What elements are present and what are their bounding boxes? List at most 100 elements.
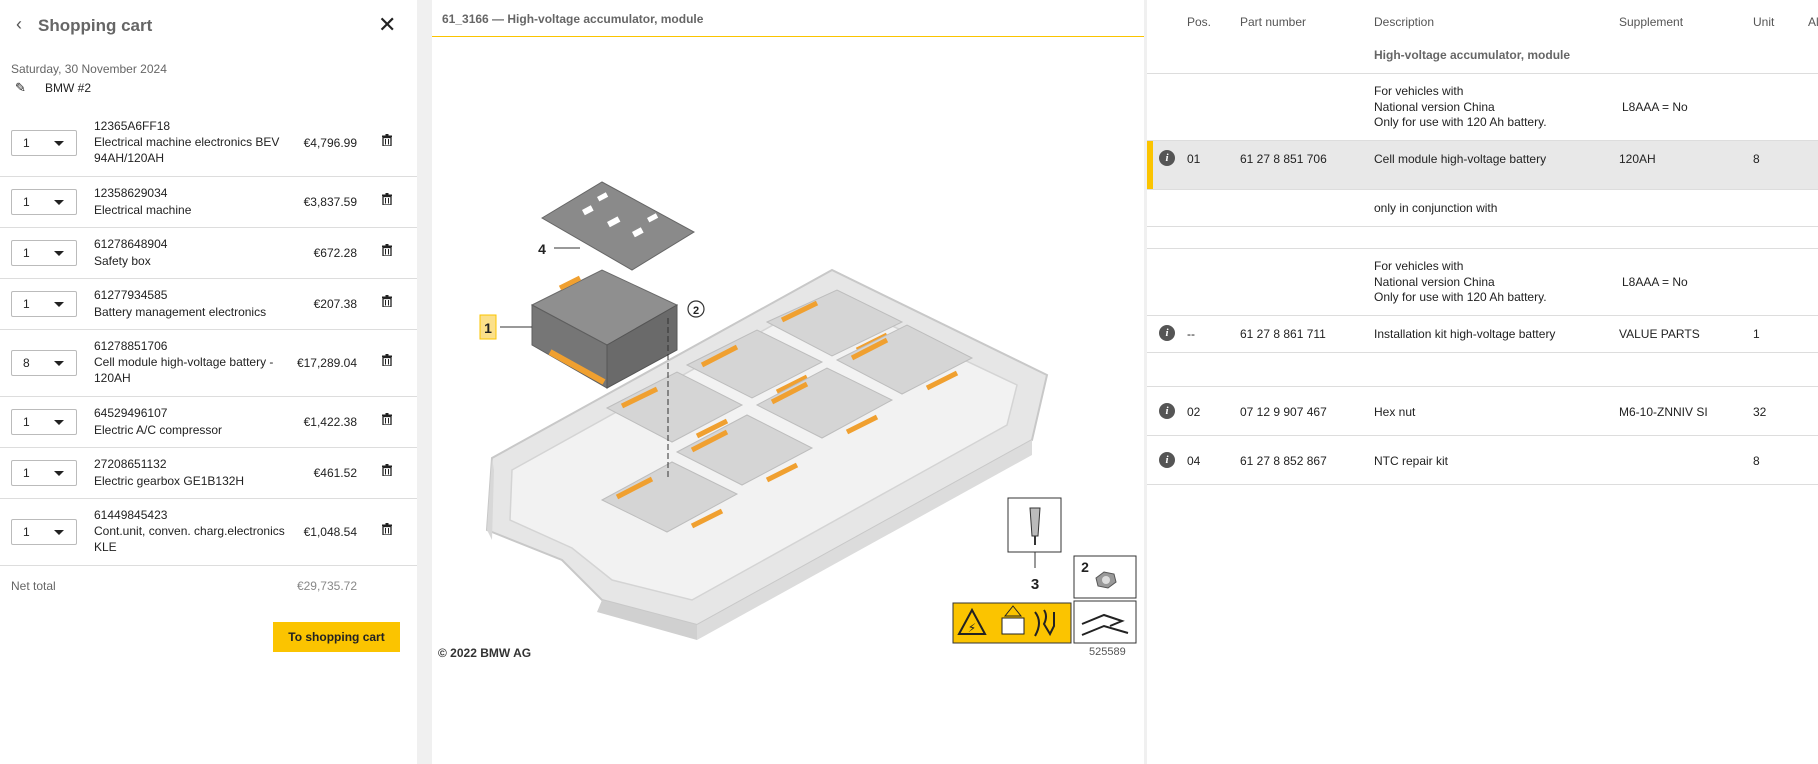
- price: €17,289.04: [296, 356, 357, 370]
- cart-items-list: 1 12365A6FF18 Electrical machine electro…: [0, 108, 417, 566]
- callout-2-thumb: 2: [1081, 559, 1089, 575]
- table-header: Pos. Part number Description Supplement …: [1147, 0, 1818, 40]
- note-supplement: L8AAA = No: [1622, 100, 1688, 114]
- info-icon[interactable]: i: [1159, 403, 1175, 419]
- exploded-view-illustration: 1 2 4 3 2 ⚡: [479, 181, 1137, 644]
- quantity-select[interactable]: 1: [11, 409, 77, 435]
- table-row[interactable]: i 01 61 27 8 851 706 Cell module high-vo…: [1147, 141, 1818, 190]
- pos-cell: --: [1187, 327, 1195, 341]
- chevron-down-icon: [54, 471, 64, 476]
- note-row: For vehicles with National version China…: [1147, 74, 1818, 141]
- trash-icon[interactable]: [382, 134, 392, 146]
- quantity-select[interactable]: 1: [11, 460, 77, 486]
- shopping-cart-panel: ‹ Shopping cart ✕ Saturday, 30 November …: [0, 0, 417, 764]
- table-row[interactable]: i 02 07 12 9 907 467 Hex nut M6-10-ZNNIV…: [1147, 387, 1818, 436]
- net-total-value: €29,735.72: [296, 579, 357, 593]
- column-header-unit[interactable]: Unit: [1753, 15, 1774, 29]
- list-item: 1 12358629034 Electrical machine €3,837.…: [0, 177, 417, 228]
- part-number-cell: 61 27 8 851 706: [1240, 152, 1327, 166]
- quantity-select[interactable]: 1: [11, 291, 77, 317]
- spacer-row: [1147, 227, 1818, 249]
- image-number: 525589: [1089, 646, 1126, 658]
- part-number: 64529496107: [94, 406, 168, 420]
- cover-plate: [541, 181, 695, 271]
- parts-diagram-panel: 61_3166 — High-voltage accumulator, modu…: [432, 0, 1144, 764]
- list-item: 1 61277934585 Battery management electro…: [0, 279, 417, 330]
- edit-icon[interactable]: ✎: [15, 80, 31, 96]
- cart-name: BMW #2: [45, 81, 92, 95]
- part-number: 61278648904: [94, 237, 168, 251]
- installation-reference-icon: [1073, 600, 1137, 644]
- parts-table: Pos. Part number Description Supplement …: [1147, 0, 1818, 764]
- price: €207.38: [313, 297, 357, 311]
- net-total-row: Net total €29,735.72: [0, 568, 417, 604]
- table-row[interactable]: i 04 61 27 8 852 867 NTC repair kit 8: [1147, 436, 1818, 485]
- part-description: Cont.unit, conven. charg.electronics KLE: [94, 524, 285, 554]
- trash-icon[interactable]: [382, 244, 392, 256]
- high-voltage-warning-icons: ⚡: [952, 602, 1072, 644]
- note-line: For vehicles with: [1374, 259, 1464, 273]
- info-icon[interactable]: i: [1159, 452, 1175, 468]
- trash-icon[interactable]: [382, 523, 392, 535]
- part-description: Electric gearbox GE1B132H: [94, 474, 245, 488]
- callout-2[interactable]: 2: [693, 305, 699, 317]
- description-cell: Installation kit high-voltage battery: [1374, 327, 1556, 341]
- info-icon[interactable]: i: [1159, 325, 1175, 341]
- list-item: 1 12365A6FF18 Electrical machine electro…: [0, 108, 417, 177]
- pos-cell: 02: [1187, 405, 1201, 419]
- part-description: Electrical machine: [94, 203, 192, 217]
- info-icon[interactable]: i: [1159, 150, 1175, 166]
- quantity-select[interactable]: 8: [11, 350, 77, 376]
- callout-3[interactable]: 3: [1031, 576, 1039, 593]
- note-row: For vehicles with National version China…: [1147, 249, 1818, 316]
- part-description: Battery management electronics: [94, 305, 267, 319]
- trash-icon[interactable]: [382, 295, 392, 307]
- cart-header: ‹ Shopping cart ✕: [0, 0, 417, 52]
- part-description: Safety box: [94, 254, 151, 268]
- spacer-row: [1147, 353, 1818, 387]
- column-header-supplement[interactable]: Supplement: [1619, 15, 1683, 29]
- price: €3,837.59: [303, 195, 357, 209]
- price: €1,048.54: [303, 525, 357, 539]
- chevron-down-icon: [54, 251, 64, 256]
- column-header-part-number[interactable]: Part number: [1240, 15, 1306, 29]
- column-header-pos[interactable]: Pos.: [1187, 15, 1211, 29]
- supplement-cell: M6-10-ZNNIV SI: [1619, 405, 1708, 419]
- quantity-value: 1: [23, 466, 30, 480]
- chevron-left-icon[interactable]: ‹: [16, 14, 22, 35]
- part-number: 61449845423: [94, 508, 168, 522]
- to-shopping-cart-button[interactable]: To shopping cart: [273, 622, 400, 652]
- table-row[interactable]: i -- 61 27 8 861 711 Installation kit hi…: [1147, 316, 1818, 353]
- conjunction-row: only in conjunction with: [1147, 190, 1818, 227]
- quantity-select[interactable]: 1: [11, 189, 77, 215]
- unit-cell: 8: [1753, 152, 1760, 166]
- pos-cell: 04: [1187, 454, 1201, 468]
- price: €461.52: [313, 466, 357, 480]
- note-line: Only for use with 120 Ah battery.: [1374, 290, 1547, 304]
- close-icon[interactable]: ✕: [378, 12, 396, 38]
- part-description: Electric A/C compressor: [94, 423, 223, 437]
- quantity-select[interactable]: 1: [11, 130, 77, 156]
- callout-1[interactable]: 1: [484, 320, 492, 336]
- column-header-description[interactable]: Description: [1374, 15, 1434, 29]
- tool-thumbnail: [1007, 497, 1062, 568]
- unit-cell: 8: [1753, 454, 1760, 468]
- trash-icon[interactable]: [382, 413, 392, 425]
- list-item: 1 61449845423 Cont.unit, conven. charg.e…: [0, 499, 417, 566]
- quantity-select[interactable]: 1: [11, 240, 77, 266]
- callout-4[interactable]: 4: [538, 241, 546, 257]
- price: €1,422.38: [303, 415, 357, 429]
- part-number: 12365A6FF18: [94, 119, 171, 133]
- column-header-extra[interactable]: Al: [1808, 15, 1818, 29]
- chevron-down-icon: [54, 141, 64, 146]
- unit-cell: 1: [1753, 327, 1760, 341]
- price: €672.28: [313, 246, 357, 260]
- trash-icon[interactable]: [382, 354, 392, 366]
- part-description: Electrical machine electronics BEV 94AH/…: [94, 135, 280, 165]
- cart-date: Saturday, 30 November 2024: [11, 62, 167, 76]
- trash-icon[interactable]: [382, 464, 392, 476]
- quantity-value: 1: [23, 195, 30, 209]
- trash-icon[interactable]: [382, 193, 392, 205]
- chevron-down-icon: [54, 361, 64, 366]
- quantity-select[interactable]: 1: [11, 519, 77, 545]
